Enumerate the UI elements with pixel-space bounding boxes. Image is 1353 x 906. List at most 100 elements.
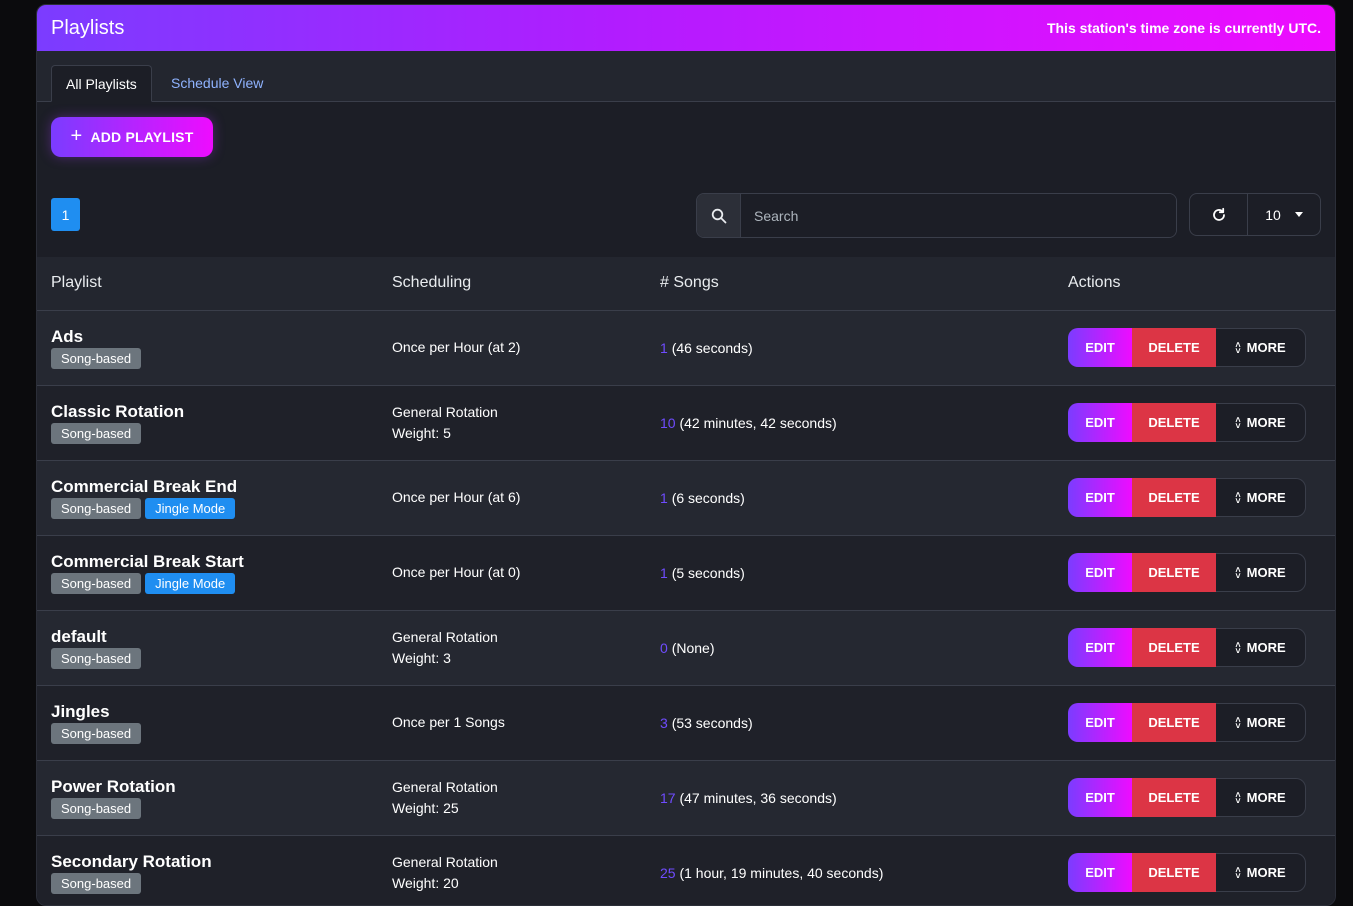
song-based-badge: Song-based: [51, 647, 142, 669]
search-icon: [697, 194, 741, 237]
songs-cell: 0 (None): [660, 610, 1068, 685]
column-header-scheduling[interactable]: Scheduling: [392, 257, 660, 311]
song-count-link[interactable]: 1: [660, 565, 668, 581]
actions-cell: EDIT DELETE ˄ ˅ MORE: [1068, 760, 1335, 835]
chevron-up-down-icon: ˄ ˅: [1235, 639, 1241, 656]
row-actions: EDIT DELETE ˄ ˅ MORE: [1068, 403, 1306, 442]
timezone-note: This station's time zone is currently UT…: [1046, 20, 1321, 36]
playlists-card: Playlists This station's time zone is cu…: [36, 4, 1336, 906]
tab-schedule-view[interactable]: Schedule View: [157, 65, 277, 101]
song-duration: (53 seconds): [671, 714, 753, 731]
actions-cell: EDIT DELETE ˄ ˅ MORE: [1068, 535, 1335, 610]
edit-button[interactable]: EDIT: [1068, 328, 1132, 367]
song-count-link[interactable]: 17: [660, 790, 676, 806]
row-actions: EDIT DELETE ˄ ˅ MORE: [1068, 853, 1306, 892]
actions-cell: EDIT DELETE ˄ ˅ MORE: [1068, 310, 1335, 385]
table-header-row: Playlist Scheduling # Songs Actions: [37, 257, 1335, 311]
song-duration: (42 minutes, 42 seconds): [679, 414, 837, 431]
delete-button[interactable]: DELETE: [1132, 703, 1216, 742]
more-button[interactable]: ˄ ˅ MORE: [1216, 403, 1306, 442]
delete-button[interactable]: DELETE: [1132, 553, 1216, 592]
song-count-link[interactable]: 1: [660, 340, 668, 356]
more-button[interactable]: ˄ ˅ MORE: [1216, 853, 1306, 892]
playlist-cell: Secondary Rotation Song-based: [37, 835, 392, 905]
row-actions: EDIT DELETE ˄ ˅ MORE: [1068, 628, 1306, 667]
scheduling-cell: Once per 1 Songs: [392, 685, 660, 760]
edit-button[interactable]: EDIT: [1068, 853, 1132, 892]
actions-cell: EDIT DELETE ˄ ˅ MORE: [1068, 685, 1335, 760]
edit-button[interactable]: EDIT: [1068, 778, 1132, 817]
edit-button[interactable]: EDIT: [1068, 478, 1132, 517]
row-actions: EDIT DELETE ˄ ˅ MORE: [1068, 703, 1306, 742]
column-header-songs[interactable]: # Songs: [660, 257, 1068, 311]
edit-button[interactable]: EDIT: [1068, 703, 1132, 742]
playlist-badges: Song-based: [51, 872, 392, 894]
scheduling-text: General Rotation: [392, 778, 498, 795]
scheduling-cell: General Rotation Weight: 3: [392, 610, 660, 685]
tab-all-playlists[interactable]: All Playlists: [51, 65, 152, 102]
songs-cell: 17 (47 minutes, 36 seconds): [660, 760, 1068, 835]
song-count-link[interactable]: 1: [660, 490, 668, 506]
actions-cell: EDIT DELETE ˄ ˅ MORE: [1068, 460, 1335, 535]
song-duration: (46 seconds): [671, 339, 753, 356]
more-button[interactable]: ˄ ˅ MORE: [1216, 478, 1306, 517]
row-actions: EDIT DELETE ˄ ˅ MORE: [1068, 328, 1306, 367]
refresh-icon: [1212, 207, 1225, 221]
per-page-value: 10: [1265, 206, 1281, 223]
per-page-select[interactable]: 10: [1248, 194, 1320, 235]
delete-button[interactable]: DELETE: [1132, 403, 1216, 442]
playlist-cell: Ads Song-based: [37, 310, 392, 385]
chevron-up-down-icon: ˄ ˅: [1235, 339, 1241, 356]
playlist-cell: Classic Rotation Song-based: [37, 385, 392, 460]
more-button[interactable]: ˄ ˅ MORE: [1216, 553, 1306, 592]
more-button[interactable]: ˄ ˅ MORE: [1216, 778, 1306, 817]
song-based-badge: Song-based: [51, 722, 142, 744]
tabs-bar: All Playlists Schedule View: [37, 51, 1335, 102]
delete-button[interactable]: DELETE: [1132, 853, 1216, 892]
search-input[interactable]: [741, 194, 1176, 237]
column-header-playlist[interactable]: Playlist: [37, 257, 392, 311]
more-label: MORE: [1246, 865, 1286, 880]
song-count-link[interactable]: 3: [660, 715, 668, 731]
jingle-mode-badge: Jingle Mode: [145, 572, 236, 594]
page-title: Playlists: [51, 16, 125, 39]
playlist-cell: Commercial Break Start Song-based Jingle …: [37, 535, 392, 610]
delete-button[interactable]: DELETE: [1132, 778, 1216, 817]
delete-button[interactable]: DELETE: [1132, 478, 1216, 517]
pagination-page-button[interactable]: 1: [51, 198, 80, 231]
scheduling-cell: Once per Hour (at 0): [392, 535, 660, 610]
table-row: Ads Song-based Once per Hour (at 2) 1 (4…: [37, 310, 1335, 385]
refresh-button[interactable]: [1190, 194, 1248, 235]
row-actions: EDIT DELETE ˄ ˅ MORE: [1068, 478, 1306, 517]
song-count-link[interactable]: 25: [660, 865, 676, 881]
playlist-badges: Song-based: [51, 797, 392, 819]
edit-button[interactable]: EDIT: [1068, 628, 1132, 667]
delete-button[interactable]: DELETE: [1132, 628, 1216, 667]
more-label: MORE: [1246, 640, 1286, 655]
song-count-link[interactable]: 10: [660, 415, 676, 431]
playlist-cell: Commercial Break End Song-based Jingle Mo…: [37, 460, 392, 535]
table-row: Secondary Rotation Song-based General Ro…: [37, 835, 1335, 905]
more-button[interactable]: ˄ ˅ MORE: [1216, 328, 1306, 367]
scheduling-cell: General Rotation Weight: 5: [392, 385, 660, 460]
row-actions: EDIT DELETE ˄ ˅ MORE: [1068, 553, 1306, 592]
edit-button[interactable]: EDIT: [1068, 403, 1132, 442]
song-based-badge: Song-based: [51, 422, 142, 444]
more-label: MORE: [1246, 715, 1286, 730]
add-playlist-button[interactable]: + ADD PLAYLIST: [51, 117, 213, 157]
more-button[interactable]: ˄ ˅ MORE: [1216, 703, 1306, 742]
chevron-up-down-icon: ˄ ˅: [1235, 489, 1241, 506]
chevron-up-down-icon: ˄ ˅: [1235, 789, 1241, 806]
edit-button[interactable]: EDIT: [1068, 553, 1132, 592]
songs-cell: 1 (46 seconds): [660, 310, 1068, 385]
table-controls: 10: [1189, 193, 1321, 236]
song-count-link[interactable]: 0: [660, 640, 668, 656]
playlist-badges: Song-based: [51, 347, 392, 369]
playlist-badges: Song-based: [51, 647, 392, 669]
playlist-badges: Song-based Jingle Mode: [51, 497, 392, 519]
scheduling-cell: General Rotation Weight: 20: [392, 835, 660, 905]
actions-cell: EDIT DELETE ˄ ˅ MORE: [1068, 835, 1335, 905]
more-button[interactable]: ˄ ˅ MORE: [1216, 628, 1306, 667]
column-header-actions: Actions: [1068, 257, 1335, 311]
delete-button[interactable]: DELETE: [1132, 328, 1216, 367]
